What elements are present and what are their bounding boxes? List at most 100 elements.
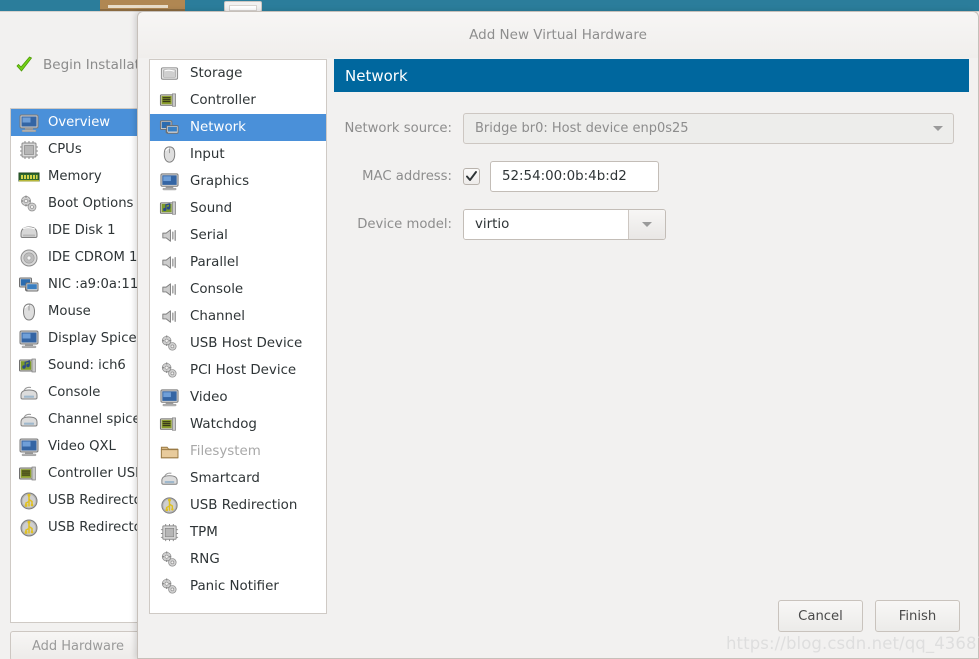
hard-disk-icon — [18, 221, 40, 241]
hardware-type-item[interactable]: Video — [150, 384, 326, 411]
hardware-type-item-label: TPM — [190, 525, 218, 540]
vm-hardware-item[interactable]: Controller USB — [11, 460, 145, 487]
screen: Begin Installation Overview CPUs Memory Boo… — [0, 0, 979, 659]
monitor-icon — [18, 329, 40, 349]
green-check-icon — [16, 56, 33, 72]
monitor-icon — [18, 113, 40, 133]
optical-disc-icon — [18, 248, 40, 268]
vm-hardware-item-label: USB Redirector — [48, 493, 145, 508]
cpu-chip-icon — [18, 140, 40, 160]
device-model-row: Device model: virtio — [334, 209, 969, 240]
checkmark-icon — [466, 171, 477, 181]
desktop-window-a — [100, 0, 185, 11]
vm-hardware-item[interactable]: Memory — [11, 163, 145, 190]
hardware-type-item[interactable]: Network — [150, 114, 326, 141]
hardware-type-item-label: Console — [190, 282, 244, 297]
vm-hardware-item[interactable]: Sound: ich6 — [11, 352, 145, 379]
hardware-type-item-label: Input — [190, 147, 225, 162]
device-model-combobox[interactable]: virtio — [463, 209, 666, 240]
hardware-type-item[interactable]: Smartcard — [150, 465, 326, 492]
vm-hardware-item[interactable]: NIC :a9:0a:11 — [11, 271, 145, 298]
hardware-type-item-label: Network — [190, 120, 246, 135]
add-hardware-label: Add Hardware — [31, 638, 125, 654]
cpu-chip-icon — [159, 523, 180, 542]
vm-hardware-item-label: Channel spice — [48, 412, 141, 427]
hardware-type-item[interactable]: Panic Notifier — [150, 573, 326, 600]
mouse-icon — [159, 145, 180, 164]
hardware-type-item[interactable]: Parallel — [150, 249, 326, 276]
hardware-type-item[interactable]: RNG — [150, 546, 326, 573]
network-form: Network source: Bridge br0: Host device … — [334, 92, 969, 240]
vm-hardware-item[interactable]: Display Spice — [11, 325, 145, 352]
sound-card-icon — [18, 356, 40, 376]
hardware-type-item[interactable]: USB Redirection — [150, 492, 326, 519]
serial-port-icon — [159, 280, 180, 299]
vm-hardware-list[interactable]: Overview CPUs Memory Boot Options IDE Disk 1… — [10, 108, 146, 623]
serial-port-icon — [159, 307, 180, 326]
device-model-label: Device model: — [357, 217, 452, 232]
hardware-type-item-label: USB Host Device — [190, 336, 303, 351]
hardware-type-item[interactable]: Console — [150, 276, 326, 303]
add-hardware-button[interactable]: Add Hardware — [10, 631, 146, 659]
vm-hardware-item[interactable]: CPUs — [11, 136, 145, 163]
hardware-type-item[interactable]: Input — [150, 141, 326, 168]
console-icon — [18, 383, 40, 403]
hardware-type-list[interactable]: Storage Controller Network Input Graphics Sou… — [149, 59, 327, 614]
network-source-select[interactable]: Bridge br0: Host device enp0s25 — [463, 113, 954, 144]
controller-card-icon — [159, 415, 180, 434]
vm-hardware-item-label: USB Redirector — [48, 520, 145, 535]
vm-hardware-item[interactable]: IDE Disk 1 — [11, 217, 145, 244]
monitor-icon — [18, 437, 40, 457]
vm-hardware-item-label: Memory — [48, 169, 102, 184]
hardware-type-item[interactable]: TPM — [150, 519, 326, 546]
vm-hardware-item[interactable]: Video QXL — [11, 433, 145, 460]
hardware-type-item[interactable]: Serial — [150, 222, 326, 249]
vm-hardware-item[interactable]: Boot Options — [11, 190, 145, 217]
vm-hardware-item[interactable]: Console — [11, 379, 145, 406]
hardware-type-item[interactable]: Storage — [150, 60, 326, 87]
controller-card-icon — [159, 91, 180, 110]
hardware-type-item-label: Storage — [190, 66, 243, 81]
hardware-detail-pane: Network Network source: Bridge br0: Host… — [334, 59, 969, 599]
hardware-type-item[interactable]: Controller — [150, 87, 326, 114]
vm-hardware-item-label: CPUs — [48, 142, 82, 157]
hardware-type-item-label: Video — [190, 390, 228, 405]
cancel-button[interactable]: Cancel — [778, 600, 863, 632]
vm-hardware-item[interactable]: Overview — [11, 109, 145, 136]
hardware-type-item-label: Watchdog — [190, 417, 257, 432]
mac-address-row: MAC address: 52:54:00:0b:4b:d2 — [334, 161, 969, 192]
hardware-type-item[interactable]: USB Host Device — [150, 330, 326, 357]
hardware-type-item[interactable]: Graphics — [150, 168, 326, 195]
serial-port-icon — [159, 253, 180, 272]
hardware-type-item-label: Smartcard — [190, 471, 260, 486]
cancel-label: Cancel — [798, 608, 843, 624]
vm-hardware-item[interactable]: Channel spice — [11, 406, 145, 433]
finish-button[interactable]: Finish — [875, 600, 960, 632]
gears-icon — [159, 334, 180, 353]
vm-hardware-item-label: Mouse — [48, 304, 91, 319]
serial-port-icon — [159, 226, 180, 245]
vm-hardware-item-label: Sound: ich6 — [48, 358, 126, 373]
hardware-type-item[interactable]: Channel — [150, 303, 326, 330]
mac-address-checkbox[interactable] — [463, 168, 480, 185]
add-new-virtual-hardware-dialog: Add New Virtual Hardware Storage Controll… — [137, 11, 979, 659]
hardware-type-item[interactable]: Sound — [150, 195, 326, 222]
network-card-icon — [159, 118, 180, 137]
vm-hardware-item[interactable]: USB Redirector — [11, 514, 145, 541]
gears-icon — [159, 550, 180, 569]
gears-icon — [18, 194, 40, 214]
vm-hardware-item-label: Display Spice — [48, 331, 137, 346]
console-icon — [18, 410, 40, 430]
vm-hardware-item-label: IDE CDROM 1 — [48, 250, 138, 265]
vm-hardware-item-label: Video QXL — [48, 439, 116, 454]
hardware-type-item[interactable]: Watchdog — [150, 411, 326, 438]
vm-hardware-item-label: Console — [48, 385, 101, 400]
network-source-row: Network source: Bridge br0: Host device … — [334, 113, 969, 144]
vm-hardware-item[interactable]: IDE CDROM 1 — [11, 244, 145, 271]
usb-icon — [18, 518, 40, 538]
device-model-dropdown-button[interactable] — [628, 210, 665, 239]
vm-hardware-item[interactable]: USB Redirector — [11, 487, 145, 514]
mac-address-input[interactable]: 52:54:00:0b:4b:d2 — [490, 161, 659, 192]
hardware-type-item[interactable]: PCI Host Device — [150, 357, 326, 384]
vm-hardware-item[interactable]: Mouse — [11, 298, 145, 325]
